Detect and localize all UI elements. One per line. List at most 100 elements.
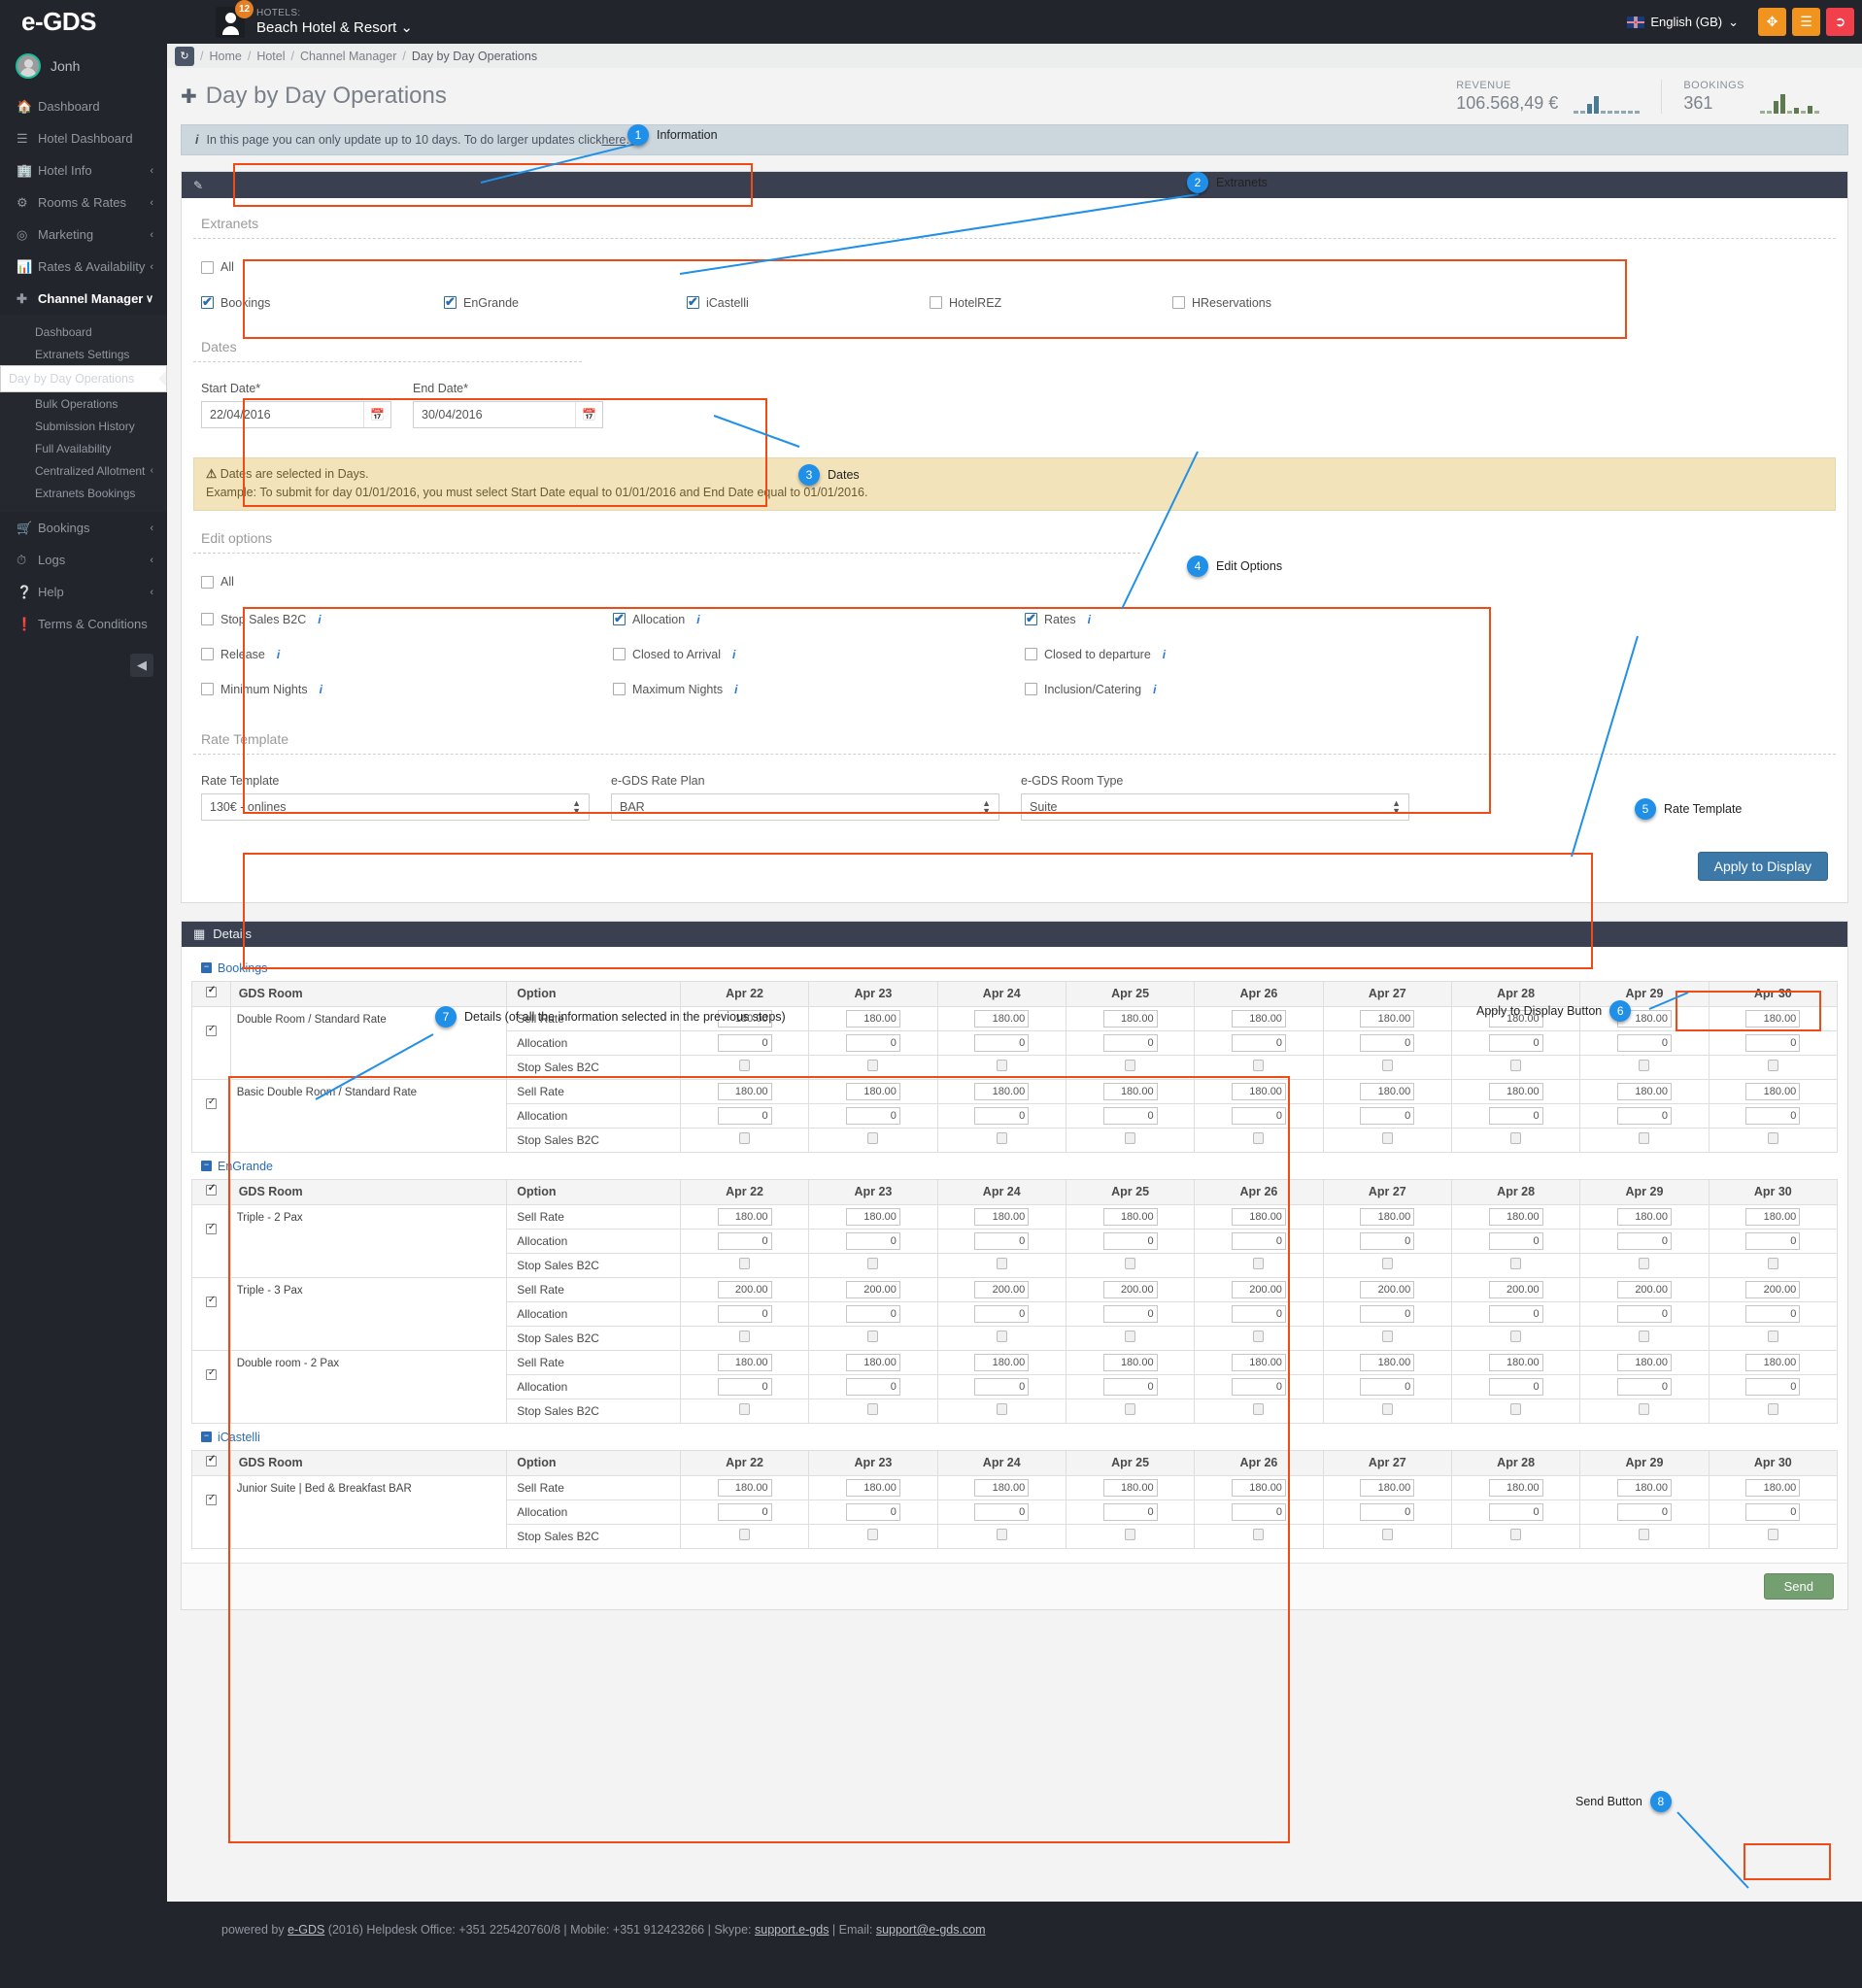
sell-rate-input[interactable]: 180.00 [974, 1082, 1030, 1100]
sell-rate-input[interactable]: 180.00 [1102, 1353, 1158, 1371]
sell-rate-input[interactable]: 180.00 [717, 1207, 772, 1226]
allocation-input[interactable]: 0 [1231, 1033, 1286, 1052]
row-select-checkbox[interactable] [191, 1349, 231, 1424]
collapse-icon[interactable]: − [201, 1432, 212, 1443]
checkbox-icon[interactable] [867, 1132, 879, 1145]
select-all-header[interactable] [191, 1449, 231, 1476]
sell-rate-input[interactable]: 180.00 [845, 1353, 900, 1371]
sidebar-item-submission-history[interactable]: Submission History [0, 415, 167, 437]
sidebar-collapse-button[interactable]: ◀ [130, 654, 153, 677]
allocation-input[interactable]: 0 [1360, 1377, 1415, 1396]
sell-rate-input[interactable]: 180.00 [1231, 1009, 1286, 1028]
allocation-input[interactable]: 0 [717, 1106, 772, 1125]
checkbox-icon[interactable] [1253, 1132, 1265, 1145]
apply-to-display-button[interactable]: Apply to Display [1697, 851, 1828, 881]
checkbox-icon[interactable] [1639, 1331, 1650, 1343]
allocation-input[interactable]: 0 [845, 1106, 900, 1125]
checkbox-icon[interactable] [1510, 1331, 1522, 1343]
checkbox-icon[interactable] [1510, 1132, 1522, 1145]
sell-rate-input[interactable]: 200.00 [974, 1280, 1030, 1298]
checkbox-icon[interactable] [996, 1060, 1007, 1072]
info-icon[interactable]: i [734, 683, 737, 696]
sell-rate-input[interactable]: 180.00 [1488, 1082, 1543, 1100]
checkbox-icon[interactable] [1125, 1060, 1136, 1072]
sell-rate-input[interactable]: 180.00 [1488, 1478, 1543, 1497]
checkbox-icon[interactable] [1381, 1403, 1393, 1416]
language-selector[interactable]: English (GB) ⌄ [1627, 15, 1739, 30]
allocation-input[interactable]: 0 [845, 1033, 900, 1052]
extranet-option-hreservations[interactable]: HReservations [1172, 296, 1415, 310]
sidebar-item-rates-availability[interactable]: 📊 Rates & Availability ‹ [0, 251, 167, 283]
sell-rate-input[interactable]: 180.00 [1360, 1353, 1415, 1371]
checkbox-icon[interactable] [1639, 1403, 1650, 1416]
allocation-input[interactable]: 0 [1745, 1377, 1801, 1396]
checkbox-icon[interactable] [1639, 1529, 1650, 1541]
sell-rate-input[interactable]: 180.00 [1231, 1353, 1286, 1371]
checkbox-icon[interactable] [867, 1060, 879, 1072]
sell-rate-input[interactable]: 200.00 [1360, 1280, 1415, 1298]
checkbox-icon[interactable] [1253, 1529, 1265, 1541]
sell-rate-input[interactable]: 180.00 [845, 1207, 900, 1226]
info-icon[interactable]: i [1163, 648, 1166, 661]
refresh-icon[interactable]: ↻ [175, 46, 194, 66]
sell-rate-input[interactable]: 180.00 [1488, 1353, 1543, 1371]
allocation-input[interactable]: 0 [1231, 1304, 1286, 1323]
allocation-input[interactable]: 0 [1102, 1106, 1158, 1125]
checkbox-icon[interactable] [739, 1403, 751, 1416]
checkbox-icon[interactable] [1125, 1403, 1136, 1416]
sell-rate-input[interactable]: 180.00 [1102, 1478, 1158, 1497]
sidebar-item-dashboard[interactable]: 🏠 Dashboard [0, 90, 167, 122]
allocation-input[interactable]: 0 [717, 1502, 772, 1521]
sidebar-item-full-availability[interactable]: Full Availability [0, 437, 167, 459]
allocation-input[interactable]: 0 [1745, 1231, 1801, 1250]
information-alert-link[interactable]: here [601, 133, 626, 147]
checkbox-icon[interactable] [1639, 1060, 1650, 1072]
checkbox-icon[interactable] [996, 1258, 1007, 1270]
allocation-input[interactable]: 0 [974, 1033, 1030, 1052]
checkbox-icon[interactable] [739, 1529, 751, 1541]
allocation-input[interactable]: 0 [1616, 1033, 1672, 1052]
allocation-input[interactable]: 0 [1231, 1502, 1286, 1521]
checkbox-icon[interactable] [739, 1258, 751, 1270]
row-select-checkbox[interactable] [191, 1276, 231, 1351]
edit-option-maximum-nights[interactable]: Maximum Nights i [613, 683, 1025, 696]
allocation-input[interactable]: 0 [717, 1033, 772, 1052]
edit-options-all-checkbox[interactable]: All [201, 575, 234, 589]
allocation-input[interactable]: 0 [1616, 1106, 1672, 1125]
room-type-select[interactable]: Suite ▲ ▼ [1021, 792, 1409, 821]
checkbox-icon[interactable] [1639, 1132, 1650, 1145]
allocation-input[interactable]: 0 [1745, 1304, 1801, 1323]
sell-rate-input[interactable]: 180.00 [845, 1009, 900, 1028]
allocation-input[interactable]: 0 [1745, 1033, 1801, 1052]
checkbox-icon[interactable] [205, 1295, 217, 1307]
sidebar-item-help[interactable]: ❔ Help ‹ [0, 576, 167, 608]
sidebar-item-logs[interactable]: ⏱ Logs ‹ [0, 544, 167, 576]
details-group-header[interactable]: − iCastelli [191, 1424, 1838, 1450]
allocation-input[interactable]: 0 [717, 1231, 772, 1250]
info-icon[interactable]: i [277, 648, 280, 661]
row-select-checkbox[interactable] [191, 1005, 231, 1080]
edit-option-closed-to-departure[interactable]: Closed to departure i [1025, 648, 1166, 661]
extranets-all-checkbox[interactable]: All [201, 260, 234, 274]
sell-rate-input[interactable]: 200.00 [1745, 1280, 1801, 1298]
edit-option-rates[interactable]: Rates i [1025, 611, 1091, 626]
sell-rate-input[interactable]: 180.00 [845, 1478, 900, 1497]
extranet-option-bookings[interactable]: Bookings [201, 294, 444, 310]
send-button[interactable]: Send [1763, 1572, 1834, 1600]
sell-rate-input[interactable]: 180.00 [1102, 1082, 1158, 1100]
edit-option-stop-sales-b2c[interactable]: Stop Sales B2C i [201, 613, 613, 626]
extranet-option-hotelrez[interactable]: HotelREZ [930, 296, 1172, 310]
checkbox-icon[interactable] [1381, 1331, 1393, 1343]
sidebar-item-extranets-settings[interactable]: Extranets Settings [0, 343, 167, 365]
sidebar-item-hotel-dashboard[interactable]: ☰ Hotel Dashboard [0, 122, 167, 154]
checkbox-icon[interactable] [1125, 1331, 1136, 1343]
sell-rate-input[interactable]: 180.00 [1231, 1207, 1286, 1226]
allocation-input[interactable]: 0 [974, 1377, 1030, 1396]
sidebar-item-hotel-info[interactable]: 🏢 Hotel Info ‹ [0, 154, 167, 186]
checkbox-icon[interactable] [1253, 1258, 1265, 1270]
edit-option-inclusion-catering[interactable]: Inclusion/Catering i [1025, 683, 1156, 696]
info-icon[interactable]: i [320, 683, 322, 696]
sidebar-item-rooms-rates[interactable]: ⚙ Rooms & Rates ‹ [0, 186, 167, 219]
checkbox-icon[interactable] [1510, 1403, 1522, 1416]
breadcrumb-item-hotel[interactable]: Hotel [256, 50, 285, 63]
